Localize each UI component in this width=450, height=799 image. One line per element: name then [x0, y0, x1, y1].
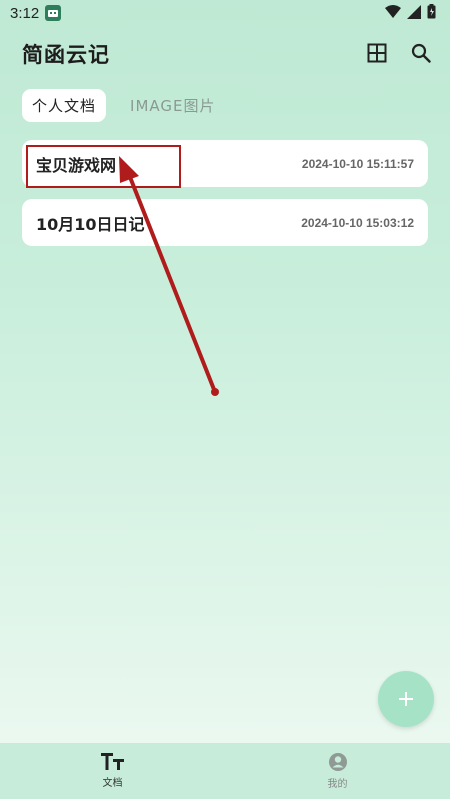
- status-time: 3:12: [10, 4, 40, 22]
- plus-icon: [399, 692, 413, 706]
- app-notification-icon: [45, 5, 62, 21]
- wifi-icon: [385, 4, 401, 23]
- text-format-icon: [100, 753, 124, 770]
- document-timestamp: 2024-10-10 15:11:57: [301, 156, 414, 171]
- tab-bar: 个人文档 IMAGE图片: [22, 89, 225, 122]
- grid-view-icon[interactable]: [364, 40, 390, 66]
- document-card[interactable]: 宝贝游戏网 2024-10-10 15:11:57: [22, 140, 428, 187]
- status-icons: [385, 4, 436, 23]
- bottom-nav: 文档 我的: [0, 743, 450, 799]
- header-actions: [364, 40, 434, 66]
- tab-personal-docs[interactable]: 个人文档: [22, 89, 107, 122]
- nav-label-documents: 文档: [102, 778, 123, 789]
- document-list: 宝贝游戏网 2024-10-10 15:11:57 10月10日日记 2024-…: [22, 140, 428, 258]
- search-icon[interactable]: [408, 40, 434, 66]
- add-document-button[interactable]: [378, 671, 434, 727]
- document-card[interactable]: 10月10日日记 2024-10-10 15:03:12: [22, 199, 428, 246]
- profile-icon: [328, 753, 347, 771]
- document-title: 10月10日日记: [36, 214, 145, 234]
- document-title: 宝贝游戏网: [36, 155, 117, 175]
- nav-label-profile: 我的: [327, 779, 348, 790]
- nav-item-profile[interactable]: 我的: [225, 743, 450, 799]
- nav-item-documents[interactable]: 文档: [0, 743, 225, 799]
- signal-icon: [407, 4, 421, 23]
- tab-images[interactable]: IMAGE图片: [120, 89, 225, 122]
- annotation-arrow-dot: [211, 388, 219, 396]
- app-header: 简函云记: [0, 36, 450, 72]
- document-timestamp: 2024-10-10 15:03:12: [301, 215, 414, 230]
- status-bar: 3:12: [0, 0, 450, 26]
- battery-icon: [427, 4, 436, 23]
- app-title: 简函云记: [22, 43, 110, 67]
